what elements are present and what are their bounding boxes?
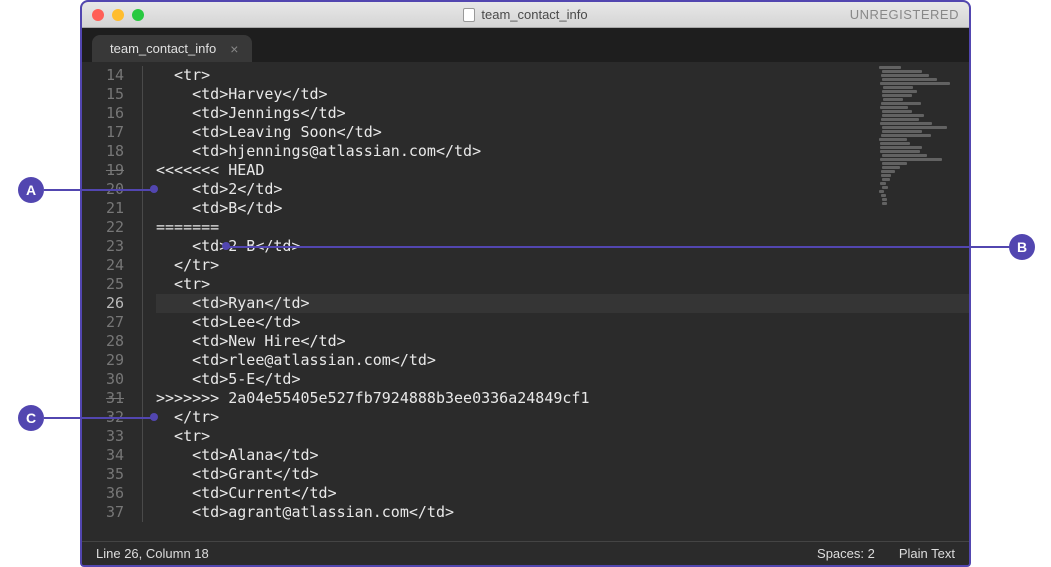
code-area[interactable]: <tr> <td>Harvey</td> <td>Jennings</td> <… [152,62,969,541]
minimize-icon[interactable] [112,9,124,21]
code-line[interactable]: <td>New Hire</td> [156,332,969,351]
line-number: 17 [82,123,134,142]
line-number: 31 [82,389,134,408]
line-number: 25 [82,275,134,294]
editor-window: team_contact_info UNREGISTERED team_cont… [80,0,971,567]
cursor-position[interactable]: Line 26, Column 18 [96,546,209,561]
callout-c-badge: C [18,405,44,431]
code-line[interactable]: <td>Jennings</td> [156,104,969,123]
code-line[interactable]: <tr> [156,427,969,446]
callout-b-line [225,246,1011,248]
line-number: 22 [82,218,134,237]
window-controls [92,9,144,21]
line-number: 30 [82,370,134,389]
window-filename: team_contact_info [481,7,587,22]
status-bar: Line 26, Column 18 Spaces: 2 Plain Text [82,541,969,565]
callout-b-dot [222,242,230,250]
line-number: 37 [82,503,134,522]
code-line[interactable]: </tr> [156,408,969,427]
document-icon [463,8,475,22]
code-line[interactable]: <td>Current</td> [156,484,969,503]
line-number: 36 [82,484,134,503]
line-number: 14 [82,66,134,85]
callout-b-badge: B [1009,234,1035,260]
callout-a-line [44,189,153,191]
code-line[interactable]: <td>Grant</td> [156,465,969,484]
line-number-gutter: 1415161718192021222324252627282930313233… [82,62,134,541]
code-line[interactable]: <td>Leaving Soon</td> [156,123,969,142]
code-line[interactable]: <td>Harvey</td> [156,85,969,104]
line-number: 21 [82,199,134,218]
code-line[interactable]: <td>B</td> [156,199,969,218]
line-number: 16 [82,104,134,123]
line-number: 27 [82,313,134,332]
callout-a-badge: A [18,177,44,203]
line-number: 24 [82,256,134,275]
callout-a-dot [150,185,158,193]
line-number: 34 [82,446,134,465]
close-icon[interactable]: × [230,42,238,56]
line-number: 19 [82,161,134,180]
line-number: 23 [82,237,134,256]
line-number: 33 [82,427,134,446]
minimap[interactable] [869,66,959,246]
code-line[interactable]: <td>Lee</td> [156,313,969,332]
line-number: 28 [82,332,134,351]
indentation-setting[interactable]: Spaces: 2 [817,546,875,561]
code-line[interactable]: ======= [156,218,969,237]
callout-c-dot [150,413,158,421]
tab-file[interactable]: team_contact_info × [92,35,252,62]
window-title: team_contact_info [82,7,969,22]
close-icon[interactable] [92,9,104,21]
code-line[interactable]: <td>rlee@atlassian.com</td> [156,351,969,370]
code-line[interactable]: <td>agrant@atlassian.com</td> [156,503,969,522]
line-number: 35 [82,465,134,484]
line-number: 29 [82,351,134,370]
code-line[interactable]: <td>hjennings@atlassian.com</td> [156,142,969,161]
code-line[interactable]: </tr> [156,256,969,275]
code-line[interactable]: <<<<<<< HEAD [156,161,969,180]
code-line[interactable]: <td>2</td> [156,180,969,199]
code-line[interactable]: <td>Alana</td> [156,446,969,465]
tab-label: team_contact_info [110,41,216,56]
editor-body[interactable]: 1415161718192021222324252627282930313233… [82,62,969,541]
callout-c-line [44,417,153,419]
line-number: 26 [82,294,134,313]
code-line[interactable]: <tr> [156,66,969,85]
line-number: 18 [82,142,134,161]
syntax-mode[interactable]: Plain Text [899,546,955,561]
code-line[interactable]: <tr> [156,275,969,294]
titlebar: team_contact_info UNREGISTERED [82,2,969,28]
unregistered-badge: UNREGISTERED [850,7,959,22]
line-number: 15 [82,85,134,104]
code-line[interactable]: >>>>>>> 2a04e55405e527fb7924888b3ee0336a… [156,389,969,408]
maximize-icon[interactable] [132,9,144,21]
tab-bar: team_contact_info × [82,28,969,62]
fold-column [134,62,152,541]
code-line[interactable]: <td>5-E</td> [156,370,969,389]
code-line[interactable]: <td>Ryan</td> [156,294,969,313]
